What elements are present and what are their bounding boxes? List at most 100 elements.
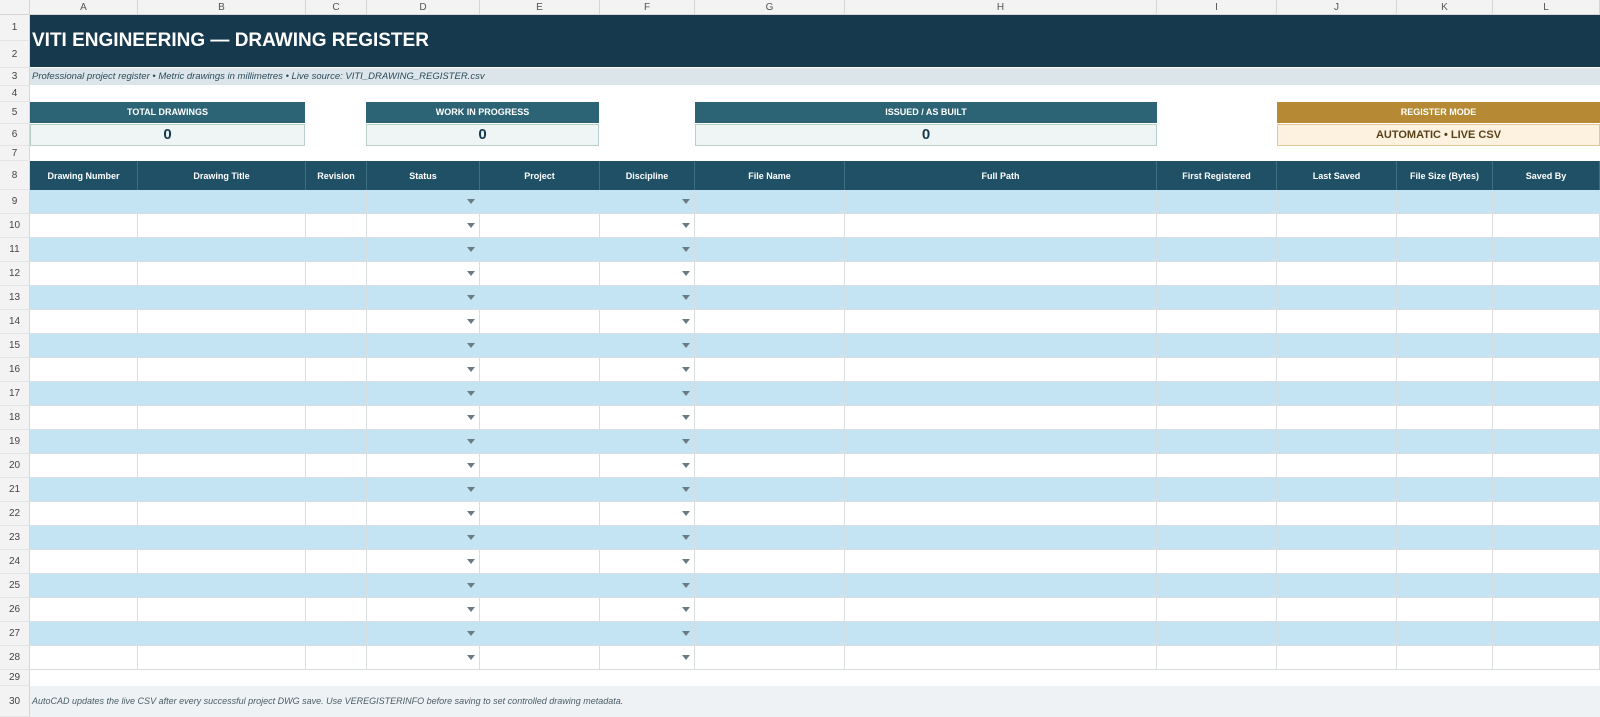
table-cell[interactable] xyxy=(367,622,480,646)
table-header-saved-by[interactable]: Saved By xyxy=(1493,161,1600,190)
table-cell[interactable] xyxy=(306,598,367,622)
table-cell[interactable] xyxy=(845,478,1157,502)
table-cell[interactable] xyxy=(138,334,306,358)
table-cell[interactable] xyxy=(1277,526,1397,550)
table-cell[interactable] xyxy=(1397,430,1493,454)
table-cell[interactable] xyxy=(306,382,367,406)
table-cell[interactable] xyxy=(138,358,306,382)
table-cell[interactable] xyxy=(30,502,138,526)
table-cell[interactable] xyxy=(600,310,695,334)
table-cell[interactable] xyxy=(845,598,1157,622)
table-cell[interactable] xyxy=(367,406,480,430)
column-header-d[interactable]: D xyxy=(367,0,480,15)
table-cell[interactable] xyxy=(1277,454,1397,478)
table-cell[interactable] xyxy=(306,310,367,334)
table-cell[interactable] xyxy=(480,310,600,334)
table-cell[interactable] xyxy=(1157,214,1277,238)
dropdown-arrow-icon[interactable] xyxy=(682,654,690,660)
table-cell[interactable] xyxy=(367,430,480,454)
row-header-20[interactable]: 20 xyxy=(0,454,30,478)
table-cell[interactable] xyxy=(306,358,367,382)
table-cell[interactable] xyxy=(138,574,306,598)
dropdown-arrow-icon[interactable] xyxy=(682,342,690,348)
table-cell[interactable] xyxy=(138,622,306,646)
table-cell[interactable] xyxy=(480,214,600,238)
table-header-file-name[interactable]: File Name xyxy=(695,161,845,190)
table-cell[interactable] xyxy=(1277,502,1397,526)
dropdown-arrow-icon[interactable] xyxy=(467,366,475,372)
table-cell[interactable] xyxy=(367,646,480,670)
table-cell[interactable] xyxy=(480,550,600,574)
dropdown-arrow-icon[interactable] xyxy=(467,558,475,564)
table-cell[interactable] xyxy=(367,454,480,478)
table-cell[interactable] xyxy=(1493,334,1600,358)
row-header-15[interactable]: 15 xyxy=(0,334,30,358)
table-cell[interactable] xyxy=(1397,262,1493,286)
table-cell[interactable] xyxy=(1277,334,1397,358)
row-header-1[interactable]: 1 xyxy=(0,15,30,41)
dropdown-arrow-icon[interactable] xyxy=(682,222,690,228)
table-cell[interactable] xyxy=(845,214,1157,238)
table-cell[interactable] xyxy=(1397,526,1493,550)
dropdown-arrow-icon[interactable] xyxy=(467,486,475,492)
table-cell[interactable] xyxy=(480,646,600,670)
row-header-5[interactable]: 5 xyxy=(0,102,30,124)
table-cell[interactable] xyxy=(845,334,1157,358)
table-cell[interactable] xyxy=(1277,646,1397,670)
table-cell[interactable] xyxy=(1493,190,1600,214)
table-cell[interactable] xyxy=(695,190,845,214)
table-cell[interactable] xyxy=(367,286,480,310)
table-cell[interactable] xyxy=(1157,478,1277,502)
table-cell[interactable] xyxy=(1157,550,1277,574)
table-cell[interactable] xyxy=(1277,214,1397,238)
table-header-file-size-bytes[interactable]: File Size (Bytes) xyxy=(1397,161,1493,190)
row-header-7[interactable]: 7 xyxy=(0,146,30,161)
row-header-4[interactable]: 4 xyxy=(0,86,30,102)
table-cell[interactable] xyxy=(30,454,138,478)
table-cell[interactable] xyxy=(138,262,306,286)
row-header-27[interactable]: 27 xyxy=(0,622,30,646)
table-cell[interactable] xyxy=(306,526,367,550)
dropdown-arrow-icon[interactable] xyxy=(682,582,690,588)
table-cell[interactable] xyxy=(600,238,695,262)
table-cell[interactable] xyxy=(845,286,1157,310)
table-cell[interactable] xyxy=(306,262,367,286)
table-cell[interactable] xyxy=(600,574,695,598)
row-header-30[interactable]: 30 xyxy=(0,686,30,717)
dropdown-arrow-icon[interactable] xyxy=(467,390,475,396)
dropdown-arrow-icon[interactable] xyxy=(682,366,690,372)
table-cell[interactable] xyxy=(480,334,600,358)
row-header-12[interactable]: 12 xyxy=(0,262,30,286)
dropdown-arrow-icon[interactable] xyxy=(467,462,475,468)
dropdown-arrow-icon[interactable] xyxy=(467,318,475,324)
table-cell[interactable] xyxy=(480,190,600,214)
dropdown-arrow-icon[interactable] xyxy=(467,510,475,516)
table-cell[interactable] xyxy=(600,430,695,454)
table-cell[interactable] xyxy=(845,358,1157,382)
table-cell[interactable] xyxy=(1493,310,1600,334)
table-cell[interactable] xyxy=(1397,310,1493,334)
table-cell[interactable] xyxy=(600,406,695,430)
table-cell[interactable] xyxy=(695,598,845,622)
table-cell[interactable] xyxy=(367,598,480,622)
table-cell[interactable] xyxy=(30,430,138,454)
table-cell[interactable] xyxy=(1277,478,1397,502)
table-cell[interactable] xyxy=(138,502,306,526)
table-cell[interactable] xyxy=(306,406,367,430)
table-cell[interactable] xyxy=(1397,550,1493,574)
table-cell[interactable] xyxy=(1277,406,1397,430)
table-cell[interactable] xyxy=(306,550,367,574)
table-cell[interactable] xyxy=(1493,622,1600,646)
table-cell[interactable] xyxy=(1493,406,1600,430)
table-cell[interactable] xyxy=(695,646,845,670)
table-cell[interactable] xyxy=(1397,454,1493,478)
row-header-24[interactable]: 24 xyxy=(0,550,30,574)
table-cell[interactable] xyxy=(138,646,306,670)
table-cell[interactable] xyxy=(30,286,138,310)
row-header-10[interactable]: 10 xyxy=(0,214,30,238)
table-cell[interactable] xyxy=(845,382,1157,406)
column-header-j[interactable]: J xyxy=(1277,0,1397,15)
table-cell[interactable] xyxy=(695,310,845,334)
table-cell[interactable] xyxy=(1157,502,1277,526)
table-cell[interactable] xyxy=(1277,598,1397,622)
